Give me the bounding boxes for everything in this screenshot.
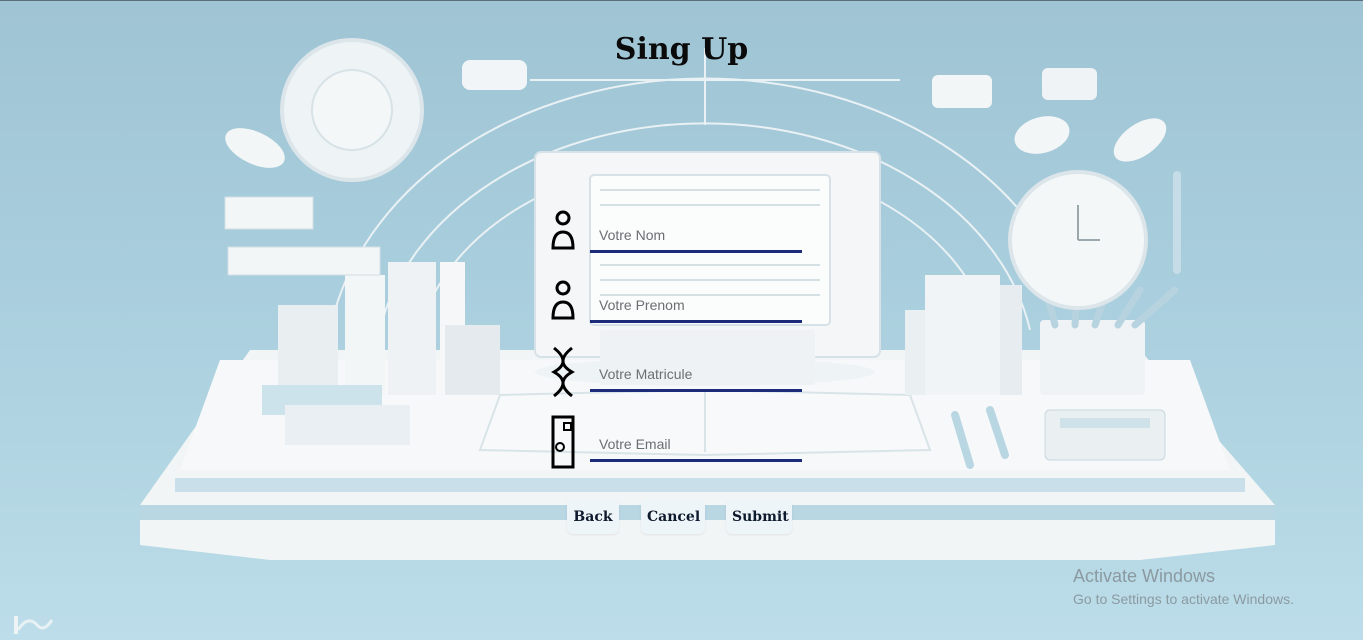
prenom-field-group <box>590 288 802 328</box>
prenom-input[interactable] <box>590 288 802 322</box>
field-underline <box>590 389 802 392</box>
person-icon <box>551 280 575 320</box>
dna-icon <box>551 346 575 398</box>
nom-field-group <box>590 218 802 258</box>
logo-icon <box>14 616 54 634</box>
field-underline <box>590 250 802 253</box>
watermark-subtitle: Go to Settings to activate Windows. <box>1073 591 1294 607</box>
page-title: Sing Up <box>614 32 749 68</box>
nom-input[interactable] <box>590 218 802 252</box>
back-button[interactable]: Back <box>567 499 619 534</box>
submit-button[interactable]: Submit <box>726 499 792 534</box>
person-icon <box>551 210 575 250</box>
email-input[interactable] <box>590 427 802 461</box>
email-card-icon <box>551 415 575 469</box>
matricule-field-group <box>590 357 802 397</box>
activate-windows-watermark: Activate Windows Go to Settings to activ… <box>1073 566 1294 607</box>
matricule-input[interactable] <box>590 357 802 391</box>
field-underline <box>590 320 802 323</box>
email-field-group <box>590 427 802 467</box>
field-underline <box>590 459 802 462</box>
watermark-title: Activate Windows <box>1073 566 1216 586</box>
cancel-button[interactable]: Cancel <box>641 499 705 534</box>
